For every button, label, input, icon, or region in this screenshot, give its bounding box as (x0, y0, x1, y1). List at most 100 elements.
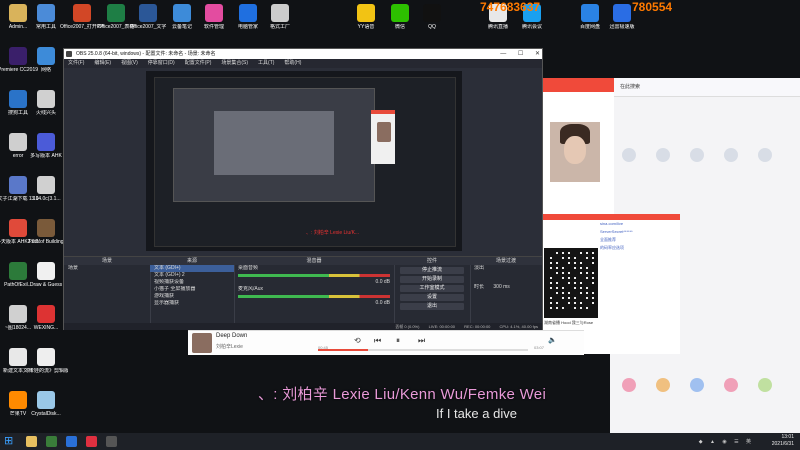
control-button[interactable]: 停止推流 (400, 267, 464, 274)
music-app-window (540, 78, 614, 232)
desktop-shortcut[interactable]: 网络 (24, 45, 68, 83)
volume-icon[interactable]: 🔈 (548, 336, 557, 344)
desktop-shortcut[interactable]: CrystalDisk... (24, 389, 68, 427)
menu-item[interactable]: 视图(V) (121, 60, 138, 66)
desktop-shortcut[interactable]: 多写版本 AHK (24, 131, 68, 169)
shortcut-label: 格式工厂 (269, 24, 290, 30)
prev-icon[interactable]: ⏮ (374, 336, 381, 346)
netease-music-icon[interactable] (86, 436, 97, 447)
source-item[interactable]: 文本 (GDI+) (150, 265, 234, 272)
desktop-shortcut[interactable]: WEXING... (24, 303, 68, 341)
source-item[interactable]: 视频捕获设备 (150, 279, 234, 286)
obs-preview[interactable]: 、: 刘柏辛 Lexie Liu/K... (146, 71, 462, 251)
song-title: Deep Down (216, 333, 248, 339)
desktop-shortcut[interactable]: 格式工厂 (258, 2, 302, 40)
close-icon[interactable]: ✕ (535, 51, 540, 57)
controls-header: 控件 (394, 257, 470, 265)
start-icon[interactable]: ⊞ (4, 436, 15, 447)
shortcut-label: CrystalDisk... (31, 411, 61, 417)
menu-item[interactable]: 场景集合(S) (221, 60, 248, 66)
duration-value[interactable]: 300 ms (493, 284, 509, 290)
file-explorer-icon[interactable] (26, 436, 37, 447)
obs-statusbar: 丢帧 0 (0.0%) LIVE: 00:00:00 REC: 00:00:00… (64, 323, 542, 330)
obs-titlebar: OBS 25.0.8 (64-bit, windows) - 配置文件: 未命名… (64, 49, 542, 59)
menu-item[interactable]: 文件(F) (68, 60, 84, 66)
transitions-header: 场景过渡 (470, 257, 542, 265)
browser-app-icon[interactable] (690, 148, 704, 162)
app-icon (581, 4, 599, 22)
album-cover (550, 122, 600, 182)
control-button[interactable]: 工作室模式 (400, 285, 464, 292)
watermark-left: 747683637 (480, 0, 541, 14)
menu-item[interactable]: 配置文件(P) (185, 60, 212, 66)
watermark-right: 780554 (632, 0, 673, 14)
source-item[interactable]: 显示器捕获 (150, 300, 234, 307)
system-tray[interactable]: ◆ ▲ ◉ ☰ 英 (699, 438, 754, 445)
browser-app-icon[interactable] (724, 148, 738, 162)
maximize-icon[interactable]: ☐ (518, 51, 523, 57)
desktop-shortcut[interactable]: 3.14.0c(3.1... (24, 174, 68, 212)
shortcut-label: 《卡娃的流》剪辑版 (24, 368, 68, 374)
controls-dock: 控件 停止推流开始录制工作室模式设置退出 (394, 257, 471, 323)
mixer-track-db: 0.0 dB (375, 279, 390, 285)
desktop-shortcut[interactable]: 火线兴头 (24, 88, 68, 126)
app-icon (107, 4, 125, 22)
dialog-caption: 湖南省播 Hood 我三与Rose (544, 320, 594, 325)
browser-app-icon[interactable] (758, 148, 772, 162)
desktop-shortcut[interactable]: 《卡娃的流》剪辑版 (24, 346, 68, 384)
control-button[interactable]: 开始录制 (400, 276, 464, 283)
taskbar-app-icon[interactable] (66, 436, 77, 447)
mixer-header: 混音器 (234, 257, 394, 265)
duration-label: 时长 (474, 284, 485, 290)
desktop-shortcut[interactable]: Path of Building (24, 217, 68, 255)
pause-icon[interactable]: ⏸ (396, 336, 400, 346)
source-item[interactable]: 游戏捕获 (150, 293, 234, 300)
browser-avatar[interactable] (656, 378, 670, 392)
progress-bar[interactable] (318, 349, 528, 351)
app-icon (37, 47, 55, 65)
transition-type[interactable]: 淡出 (470, 265, 542, 272)
menu-item[interactable]: 工具(T) (258, 60, 274, 66)
music-player-bar: Deep Down 刘柏辛Lexie ⟲ ⏮ ⏸ ⏭ 00:45 03:07 🔈 (188, 330, 584, 355)
browser-app-icon[interactable] (656, 148, 670, 162)
mixer-track-db: 0.0 dB (375, 300, 390, 306)
control-button[interactable]: 设置 (400, 294, 464, 301)
next-icon[interactable]: ⏭ (418, 336, 425, 346)
minimize-icon[interactable]: — (500, 51, 506, 57)
mixer-dock: 混音器 桌面音频 0.0 dB 麦克风/Aux 0.0 dB (234, 257, 395, 323)
loop-icon[interactable]: ⟲ (354, 336, 361, 345)
browser-avatar[interactable] (690, 378, 704, 392)
clock[interactable]: 13:01 2021/6/31 (772, 434, 794, 448)
browser-search-tab[interactable]: 在此搜索 (610, 78, 800, 97)
browser-avatar[interactable] (724, 378, 738, 392)
song-thumbnail[interactable] (192, 333, 212, 353)
dialog-line: sina.com/live (600, 221, 624, 226)
app-icon (37, 262, 55, 280)
browser-avatar[interactable] (622, 378, 636, 392)
obs-taskbar-icon[interactable] (106, 436, 117, 447)
browser-avatar[interactable] (758, 378, 772, 392)
song-artist: 刘柏辛Lexie (216, 344, 243, 350)
taskbar: ⊞ ◆ ▲ ◉ ☰ 英 13:01 2021/6/31 (0, 433, 800, 450)
menu-item[interactable]: 编辑(E) (94, 60, 111, 66)
desktop-shortcut[interactable]: Draw & Guess (24, 260, 68, 298)
scene-item[interactable]: 场景 (64, 265, 150, 272)
app-icon (173, 4, 191, 22)
menu-item[interactable]: 停靠窗口(D) (148, 60, 175, 66)
control-button[interactable]: 退出 (400, 303, 464, 310)
desktop-shortcut[interactable]: QQ (410, 2, 454, 40)
app-icon (391, 4, 409, 22)
source-item[interactable]: 小猫子 全屏播放器 (150, 286, 234, 293)
shortcut-label: 网络 (40, 67, 51, 73)
menu-item[interactable]: 帮助(H) (284, 60, 301, 66)
dialog-line: 全面推荐 (600, 237, 616, 242)
live-time: LIVE: 00:00:00 (428, 324, 456, 329)
clock-time: 13:01 (781, 434, 794, 440)
browser-g-icon[interactable] (46, 436, 57, 447)
obs-window: OBS 25.0.8 (64-bit, windows) - 配置文件: 未命名… (63, 48, 543, 330)
source-item[interactable]: 文本 (GDI+) 2 (150, 272, 234, 279)
browser-app-icon[interactable] (622, 148, 636, 162)
shortcut-label: QQ (428, 24, 436, 30)
app-icon (37, 90, 55, 108)
app-icon (37, 391, 55, 409)
